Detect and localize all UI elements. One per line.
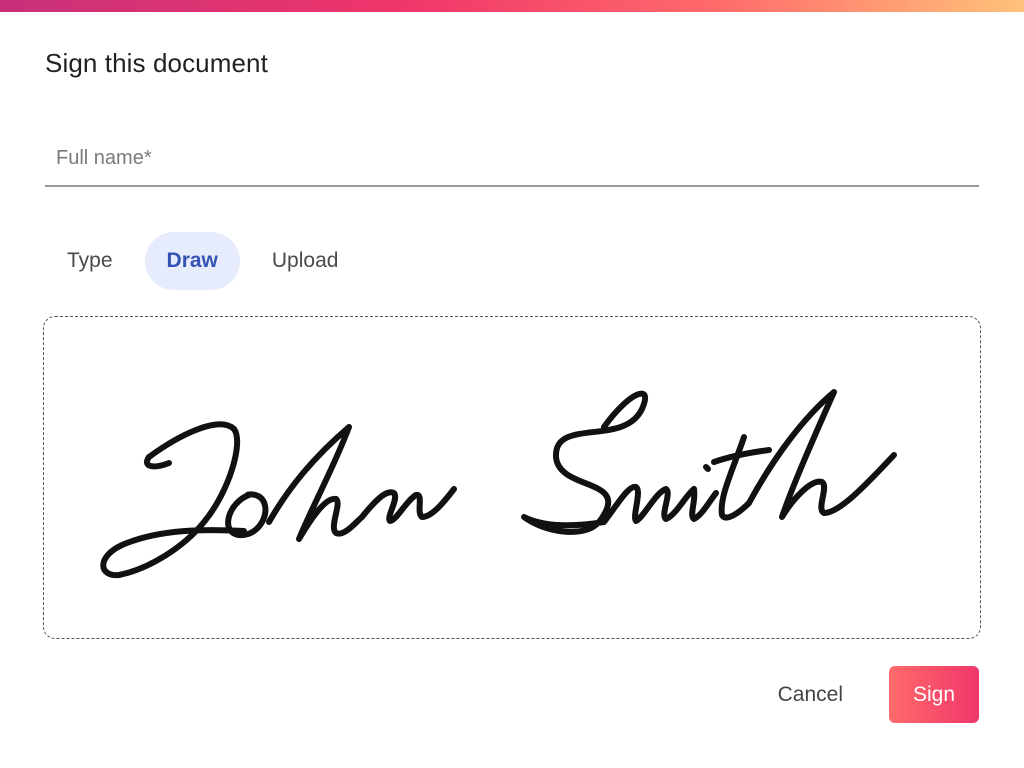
signature-stroke-i-dot <box>703 464 711 472</box>
full-name-input[interactable] <box>45 132 979 184</box>
signature-stroke-s <box>521 390 649 535</box>
signature-stroke-t-cross <box>711 447 772 465</box>
signature-stroke-m <box>601 483 697 525</box>
accent-bar <box>0 0 1024 12</box>
cancel-button[interactable]: Cancel <box>756 666 865 723</box>
sign-button[interactable]: Sign <box>889 666 979 723</box>
signature-stroke-j-top <box>144 454 172 470</box>
tab-upload[interactable]: Upload <box>250 232 361 290</box>
signature-mode-tabs: Type Draw Upload <box>45 232 370 290</box>
dialog-title: Sign this document <box>45 48 268 78</box>
signature-stroke-h2 <box>746 389 897 520</box>
sign-document-dialog: Sign this document Type Draw Upload <box>0 0 1024 768</box>
tab-type[interactable]: Type <box>45 232 135 290</box>
tab-draw[interactable]: Draw <box>144 232 240 290</box>
signature-stroke-h <box>266 424 365 542</box>
full-name-field <box>45 132 979 187</box>
signature-drawing <box>100 389 897 579</box>
signature-canvas[interactable] <box>43 316 981 639</box>
signature-stroke-t <box>718 434 752 521</box>
signature-stroke-i <box>689 486 719 522</box>
dialog-actions: Cancel Sign <box>756 666 979 723</box>
signature-stroke-n <box>359 486 457 524</box>
signature-stroke-j <box>100 421 247 579</box>
